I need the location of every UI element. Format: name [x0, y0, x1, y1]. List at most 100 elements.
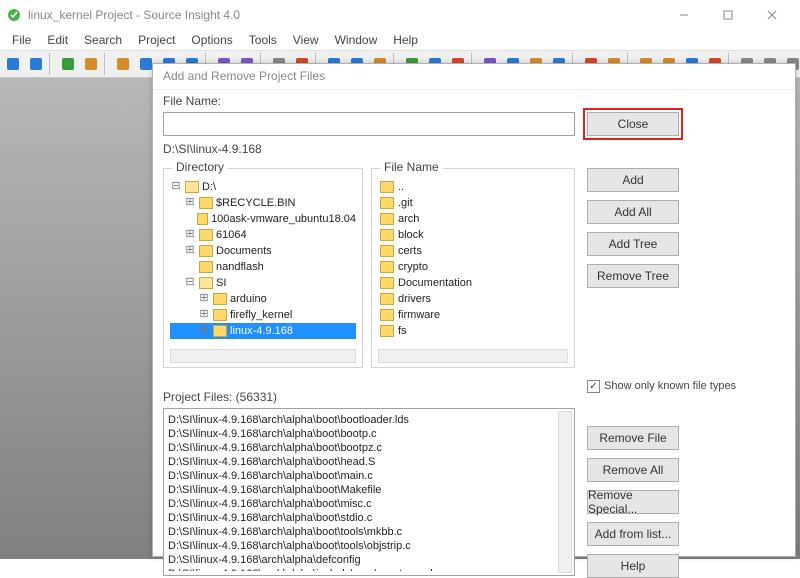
file-item-label: block — [398, 227, 424, 243]
file-item-label: crypto — [398, 259, 428, 275]
project-file-row[interactable]: D:\SI\linux-4.9.168\arch\alpha\boot\main… — [168, 469, 558, 483]
show-only-known-checkbox[interactable]: ✓ Show only known file types — [587, 380, 787, 393]
tree-item-label: arduino — [230, 291, 267, 307]
toolbar-icon — [5, 56, 21, 72]
directory-tree[interactable]: ⊟D:\⊞$RECYCLE.BIN 100ask-vmware_ubuntu18… — [170, 179, 356, 345]
menu-view[interactable]: View — [285, 31, 327, 49]
project-file-row[interactable]: D:\SI\linux-4.9.168\arch\alpha\boot\boot… — [168, 441, 558, 455]
menu-bar: FileEditSearchProjectOptionsToolsViewWin… — [0, 30, 800, 50]
project-file-row[interactable]: D:\SI\linux-4.9.168\arch\alpha\boot\tool… — [168, 525, 558, 539]
help-button[interactable]: Help — [587, 554, 679, 578]
file-item-label: drivers — [398, 291, 431, 307]
menu-options[interactable]: Options — [183, 31, 240, 49]
toolbar-icon — [115, 56, 131, 72]
add-remove-files-dialog: Add and Remove Project Files File Name: … — [152, 63, 796, 557]
menu-project[interactable]: Project — [130, 31, 183, 49]
tree-item[interactable]: 100ask-vmware_ubuntu18.04 — [170, 211, 356, 227]
file-item[interactable]: certs — [378, 243, 568, 259]
remove-tree-button[interactable]: Remove Tree — [587, 264, 679, 288]
tree-item[interactable]: ⊟SI — [170, 275, 356, 291]
menu-tools[interactable]: Tools — [241, 31, 285, 49]
file-item-label: arch — [398, 211, 419, 227]
close-button[interactable]: Close — [587, 112, 679, 136]
toolbar-button-2[interactable] — [57, 53, 79, 75]
folder-icon — [380, 261, 394, 273]
remove-all-button[interactable]: Remove All — [587, 458, 679, 482]
tree-item[interactable]: ⊞Documents — [170, 243, 356, 259]
folder-icon — [380, 213, 394, 225]
file-item[interactable]: arch — [378, 211, 568, 227]
toolbar-icon — [28, 56, 44, 72]
add-button[interactable]: Add — [587, 168, 679, 192]
file-item[interactable]: .. — [378, 179, 568, 195]
toolbar-button-4[interactable] — [112, 53, 134, 75]
tree-item[interactable]: ⊞firefly_kernel — [170, 307, 356, 323]
folder-icon — [380, 197, 394, 209]
project-files-listbox[interactable]: D:\SI\linux-4.9.168\arch\alpha\boot\boot… — [163, 408, 575, 576]
file-name-input[interactable] — [163, 112, 575, 136]
toolbar-button-0[interactable] — [2, 53, 24, 75]
folder-icon — [380, 245, 394, 257]
file-name-label: File Name: — [163, 94, 221, 108]
file-item[interactable]: crypto — [378, 259, 568, 275]
project-file-row[interactable]: D:\SI\linux-4.9.168\arch\alpha\include\a… — [168, 567, 558, 571]
add-from-list-button[interactable]: Add from list... — [587, 522, 679, 546]
file-item[interactable]: drivers — [378, 291, 568, 307]
folder-icon — [199, 261, 213, 273]
directory-groupbox: Directory ⊟D:\⊞$RECYCLE.BIN 100ask-vmwar… — [163, 168, 363, 368]
menu-edit[interactable]: Edit — [39, 31, 76, 49]
toolbar-icon — [83, 56, 99, 72]
tree-item-label: D:\ — [202, 179, 216, 195]
toolbar-button-3[interactable] — [80, 53, 102, 75]
close-window-button[interactable] — [750, 1, 794, 29]
project-file-row[interactable]: D:\SI\linux-4.9.168\arch\alpha\boot\Make… — [168, 483, 558, 497]
collapse-icon: ⊟ — [184, 275, 196, 291]
folder-icon — [197, 213, 209, 225]
file-groupbox: File Name ...gitarchblockcertscryptoDocu… — [371, 168, 575, 368]
tree-item-label: linux-4.9.168 — [230, 323, 293, 339]
folder-icon — [213, 309, 227, 321]
file-item[interactable]: .git — [378, 195, 568, 211]
directory-scrollbar[interactable] — [170, 349, 356, 363]
tree-item[interactable]: ⊞arduino — [170, 291, 356, 307]
menu-window[interactable]: Window — [327, 31, 386, 49]
project-file-row[interactable]: D:\SI\linux-4.9.168\arch\alpha\boot\boot… — [168, 413, 558, 427]
file-scrollbar[interactable] — [378, 349, 568, 363]
folder-icon — [199, 229, 213, 241]
project-file-row[interactable]: D:\SI\linux-4.9.168\arch\alpha\defconfig — [168, 553, 558, 567]
menu-help[interactable]: Help — [385, 31, 426, 49]
project-file-row[interactable]: D:\SI\linux-4.9.168\arch\alpha\boot\misc… — [168, 497, 558, 511]
folder-icon — [199, 245, 213, 257]
add-all-button[interactable]: Add All — [587, 200, 679, 224]
tree-item-label: nandflash — [216, 259, 264, 275]
project-file-row[interactable]: D:\SI\linux-4.9.168\arch\alpha\boot\head… — [168, 455, 558, 469]
tree-item[interactable]: nandflash — [170, 259, 356, 275]
tree-item[interactable]: ⊞$RECYCLE.BIN — [170, 195, 356, 211]
tree-item[interactable]: ⊞61064 — [170, 227, 356, 243]
add-tree-button[interactable]: Add Tree — [587, 232, 679, 256]
menu-file[interactable]: File — [4, 31, 39, 49]
folder-icon — [380, 181, 394, 193]
file-list[interactable]: ...gitarchblockcertscryptoDocumentationd… — [378, 179, 568, 345]
tree-item[interactable]: ⊟D:\ — [170, 179, 356, 195]
folder-icon — [380, 277, 394, 289]
file-item[interactable]: fs — [378, 323, 568, 339]
project-file-row[interactable]: D:\SI\linux-4.9.168\arch\alpha\boot\stdi… — [168, 511, 558, 525]
toolbar-separator — [49, 53, 55, 75]
minimize-button[interactable] — [662, 1, 706, 29]
maximize-button[interactable] — [706, 1, 750, 29]
project-files-scrollbar[interactable] — [558, 411, 572, 573]
right-buttons-bottom: Remove File Remove All Remove Special... Ad… — [587, 426, 683, 578]
project-file-row[interactable]: D:\SI\linux-4.9.168\arch\alpha\boot\tool… — [168, 539, 558, 553]
tree-item[interactable]: ⊞linux-4.9.168 — [170, 323, 356, 339]
file-item-label: .git — [398, 195, 413, 211]
project-file-row[interactable]: D:\SI\linux-4.9.168\arch\alpha\boot\boot… — [168, 427, 558, 441]
toolbar-button-1[interactable] — [25, 53, 47, 75]
remove-file-button[interactable]: Remove File — [587, 426, 679, 450]
file-item[interactable]: firmware — [378, 307, 568, 323]
file-item[interactable]: block — [378, 227, 568, 243]
show-only-known-label: Show only known file types — [604, 380, 736, 392]
menu-search[interactable]: Search — [76, 31, 130, 49]
file-item[interactable]: Documentation — [378, 275, 568, 291]
remove-special-button[interactable]: Remove Special... — [587, 490, 679, 514]
